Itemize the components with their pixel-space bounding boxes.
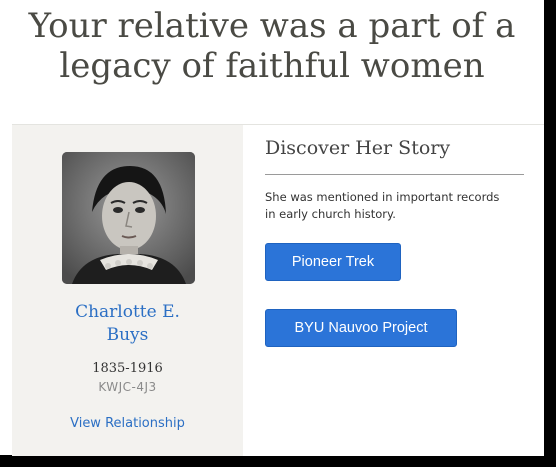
profile-panel: Charlotte E. Buys 1835-1916 KWJC-4J3 Vie… (12, 125, 243, 456)
relative-card: Charlotte E. Buys 1835-1916 KWJC-4J3 Vie… (12, 124, 544, 456)
story-divider (265, 174, 524, 175)
byu-nauvoo-project-button[interactable]: BYU Nauvoo Project (265, 309, 457, 347)
person-name-link[interactable]: Charlotte E. Buys (12, 301, 243, 347)
story-panel: Discover Her Story She was mentioned in … (265, 125, 524, 456)
dialog-frame: Your relative was a part of a legacy of … (0, 0, 544, 456)
portrait-image (62, 152, 195, 284)
view-relationship-link[interactable]: View Relationship (12, 416, 243, 431)
pioneer-trek-button[interactable]: Pioneer Trek (265, 243, 401, 281)
portrait-photo (62, 152, 195, 284)
person-id: KWJC-4J3 (98, 380, 157, 394)
person-lifespan: 1835-1916 (92, 361, 163, 376)
page-headline: Your relative was a part of a legacy of … (0, 6, 544, 86)
headline-line-1: Your relative was a part of a (28, 6, 516, 46)
person-name-last: Buys (106, 325, 149, 345)
story-title: Discover Her Story (265, 137, 451, 159)
headline-line-2: legacy of faithful women (59, 46, 485, 86)
story-description: She was mentioned in important records i… (265, 190, 500, 221)
person-name-first: Charlotte E. (75, 302, 180, 322)
